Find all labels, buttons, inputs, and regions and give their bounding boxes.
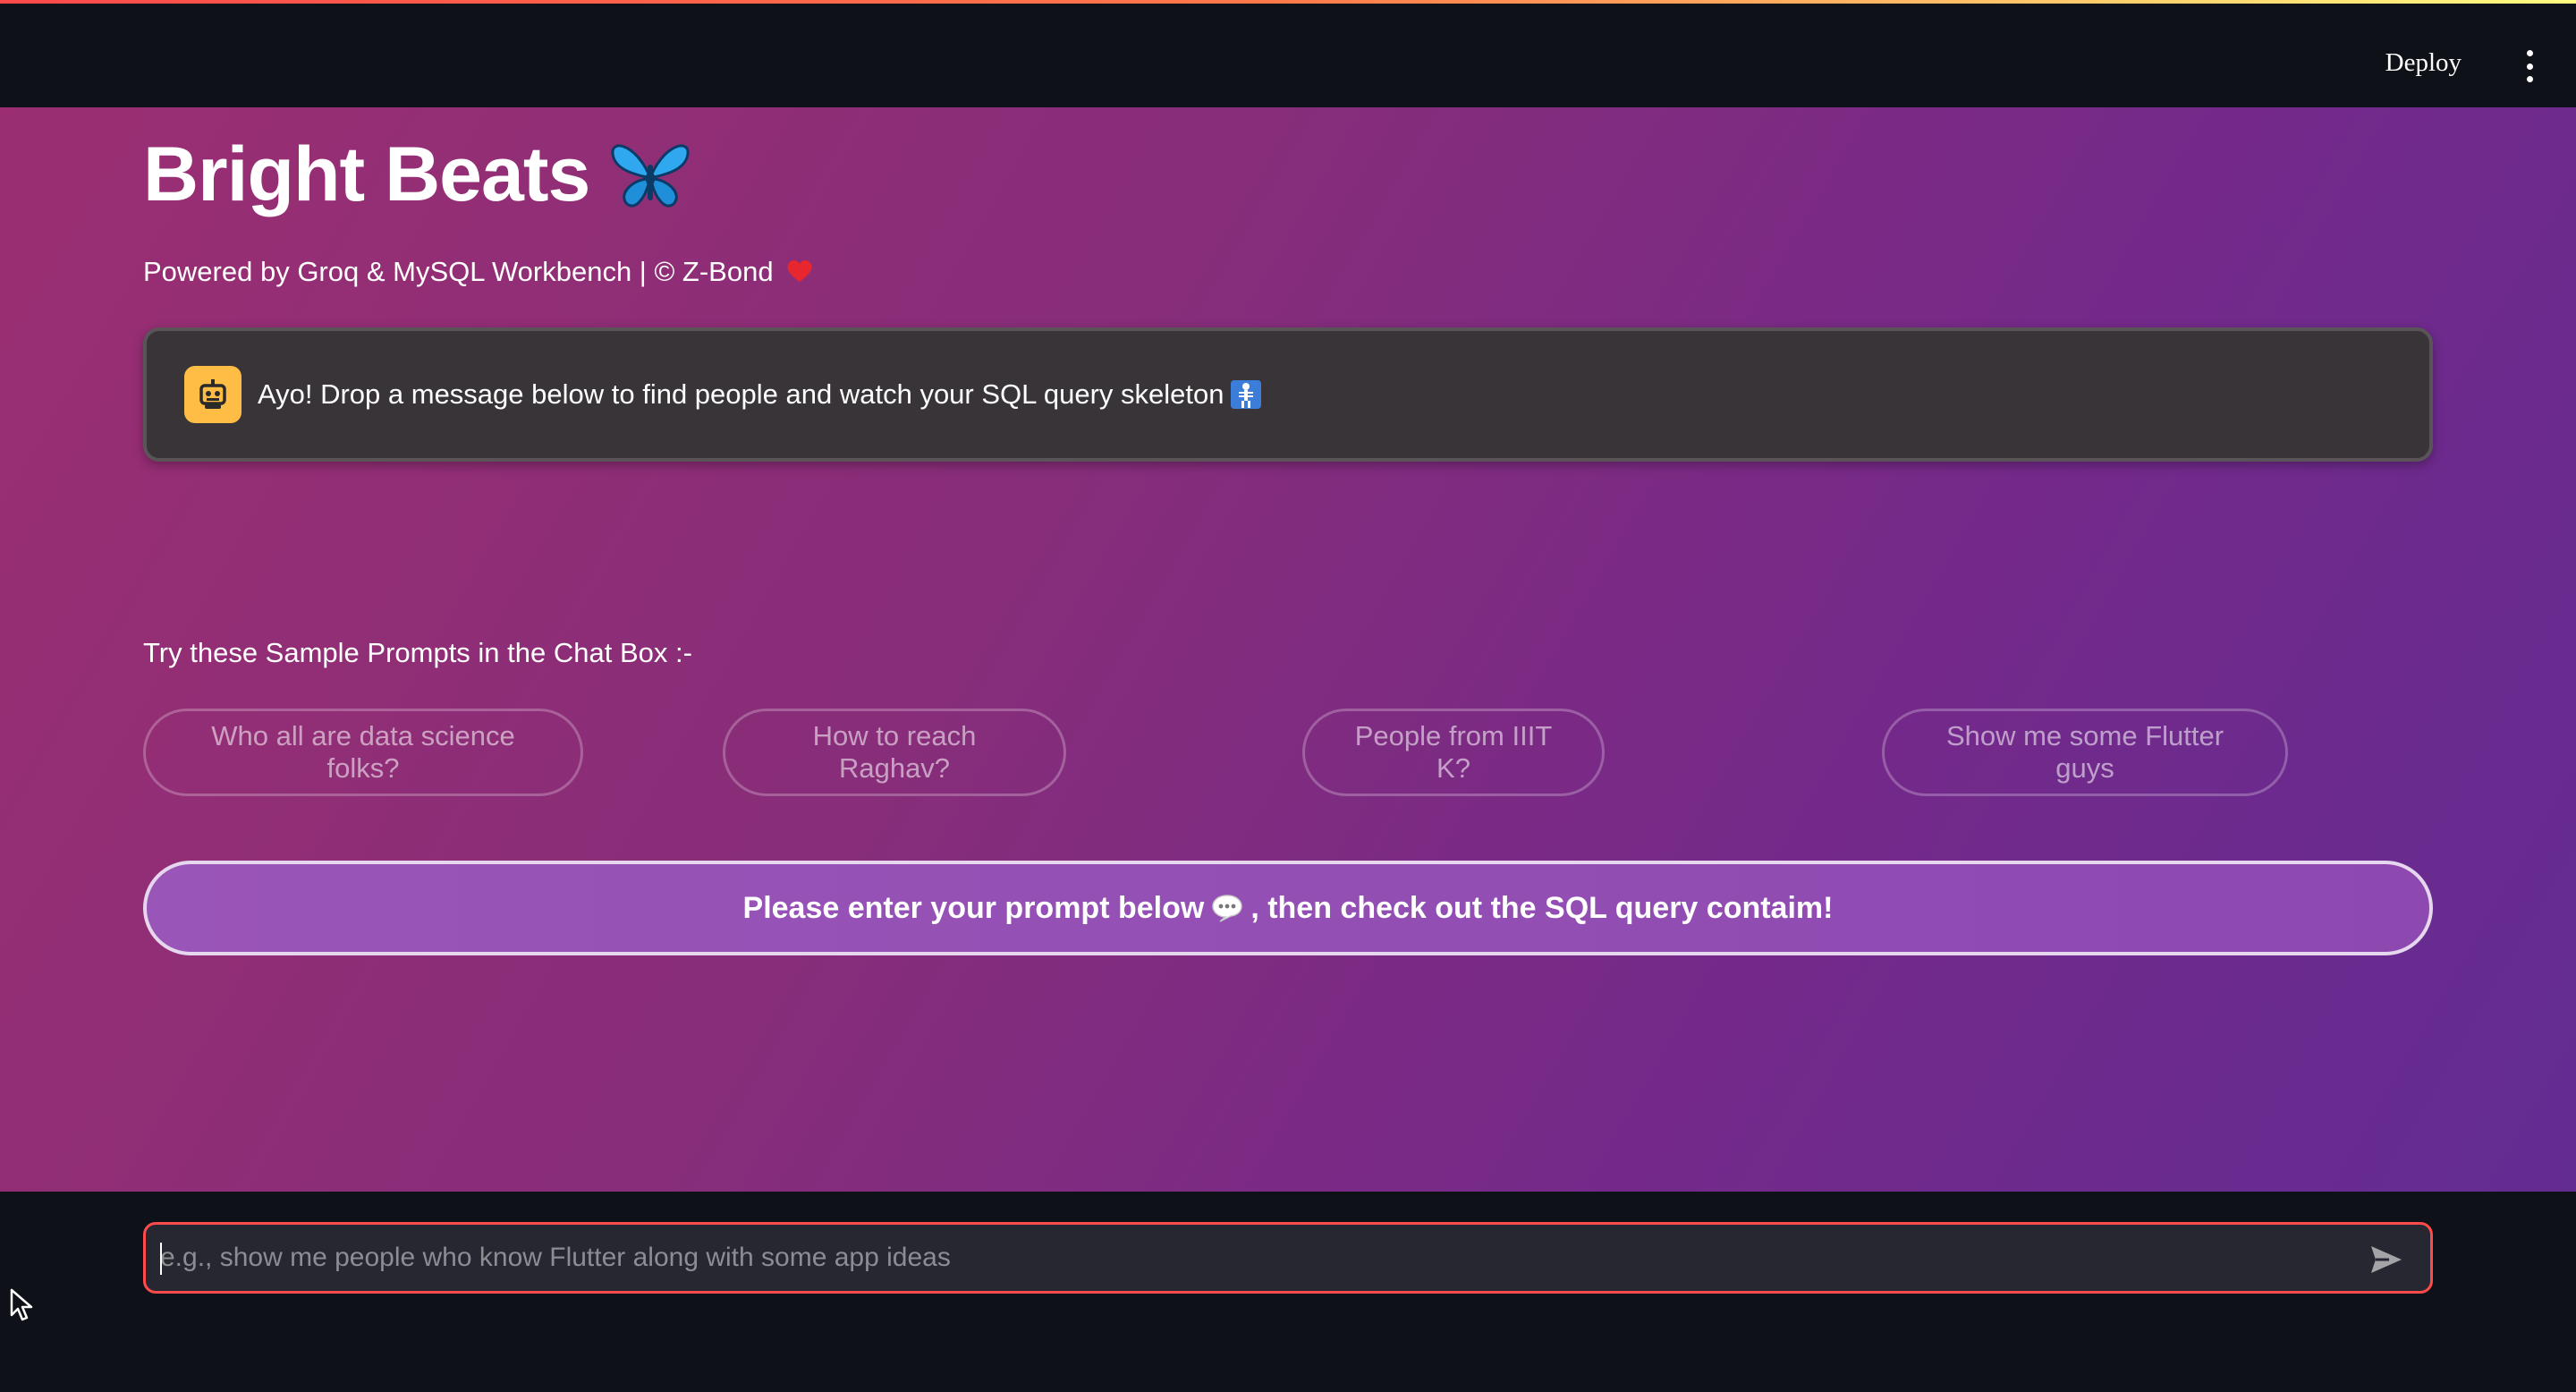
sample-prompt-button[interactable]: Who all are data science folks?	[143, 709, 583, 796]
send-icon[interactable]	[2369, 1244, 2403, 1275]
x-ray-icon	[1231, 380, 1262, 409]
page-title: Bright Beats	[143, 131, 693, 219]
page-title-text: Bright Beats	[143, 132, 590, 217]
robot-icon	[184, 366, 242, 423]
deploy-button[interactable]: Deploy	[2385, 48, 2462, 78]
sample-prompt-button[interactable]: Show me some Flutter guys	[1882, 709, 2288, 796]
prompt-banner-text-before: Please enter your prompt below	[742, 890, 1205, 925]
chat-input-container	[143, 1222, 2433, 1294]
prompt-instruction-banner: Please enter your prompt below , then ch…	[143, 861, 2433, 955]
vertical-ellipsis-icon[interactable]	[2521, 50, 2538, 82]
heart-icon	[787, 259, 812, 282]
chat-input[interactable]	[160, 1225, 2343, 1291]
subtitle: Powered by Groq & MySQL Workbench | © Z-…	[143, 256, 813, 288]
sample-prompt-button[interactable]: People from IIIT K?	[1302, 709, 1605, 796]
assistant-message-card: Ayo! Drop a message below to find people…	[143, 327, 2433, 462]
app-header: Deploy	[0, 4, 2576, 107]
mouse-cursor-icon	[10, 1288, 33, 1321]
prompt-banner-text-after: , then check out the SQL query contaim!	[1250, 890, 1834, 925]
assistant-message-text: Ayo! Drop a message below to find people…	[258, 378, 1224, 410]
sample-prompt-button[interactable]: How to reach Raghav?	[723, 709, 1066, 796]
subtitle-text: Powered by Groq & MySQL Workbench | © Z-…	[143, 256, 774, 287]
speech-bubble-icon	[1212, 895, 1243, 922]
butterfly-icon	[611, 144, 690, 207]
text-caret	[160, 1243, 162, 1275]
sample-prompts-label: Try these Sample Prompts in the Chat Box…	[143, 637, 692, 668]
assistant-message: Ayo! Drop a message below to find people…	[258, 378, 1262, 411]
